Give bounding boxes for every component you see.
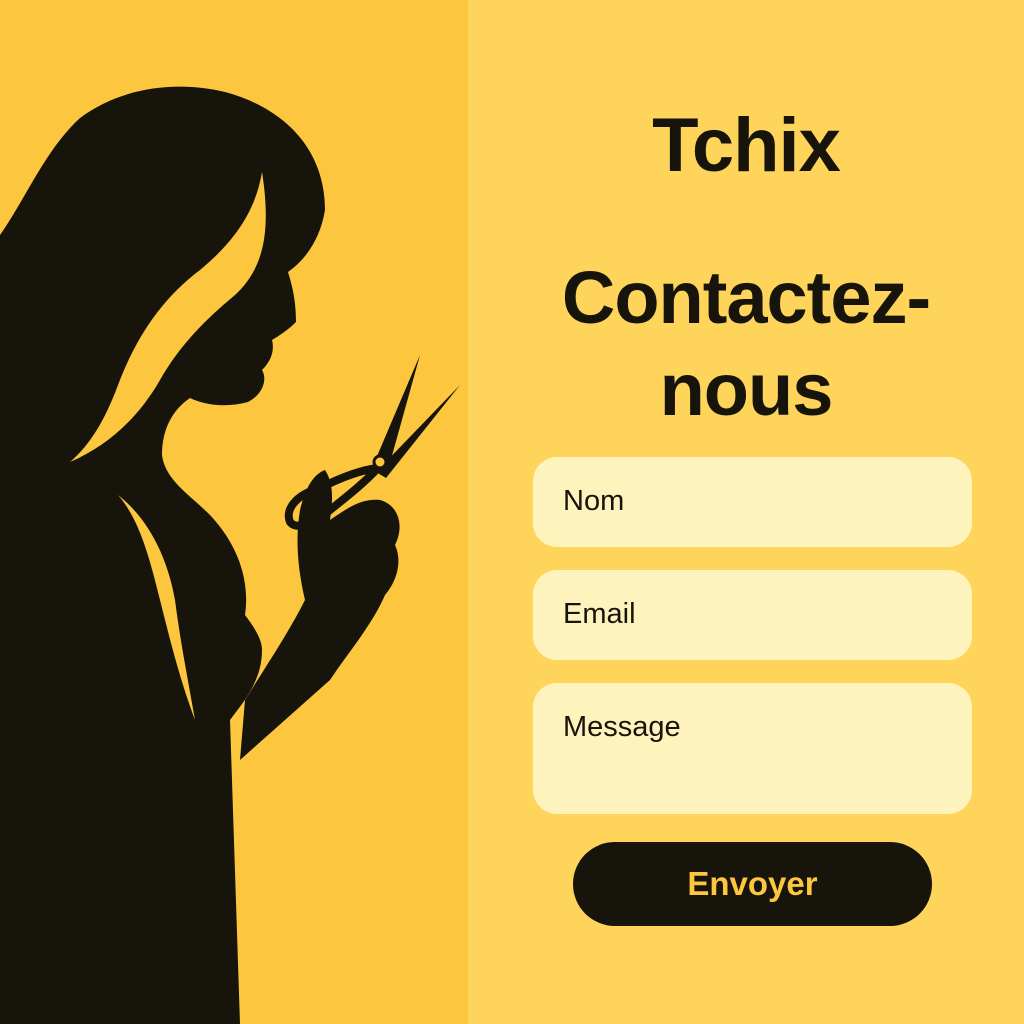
brand-name: Tchix (652, 103, 841, 188)
page-title: Contactez- nous (458, 252, 1024, 436)
name-field-placeholder: Nom (563, 485, 625, 517)
email-field[interactable]: Email (533, 570, 972, 660)
message-field[interactable]: Message (533, 683, 972, 814)
send-button[interactable]: Envoyer (573, 842, 932, 926)
contact-page: Tchix Contactez- nous Nom Email Message … (0, 0, 1024, 1024)
woman-silhouette (0, 86, 325, 1024)
illustration-panel (0, 0, 468, 1024)
message-field-placeholder: Message (563, 711, 681, 743)
contact-form-panel: Tchix Contactez- nous Nom Email Message … (468, 0, 1024, 1024)
page-title-line-2: nous (659, 348, 834, 431)
email-field-placeholder: Email (563, 598, 636, 630)
hairdresser-silhouette-illustration (0, 86, 460, 1024)
name-field[interactable]: Nom (533, 457, 972, 547)
page-title-line-1: Contactez- (561, 256, 931, 339)
scissors-pivot (372, 454, 388, 470)
